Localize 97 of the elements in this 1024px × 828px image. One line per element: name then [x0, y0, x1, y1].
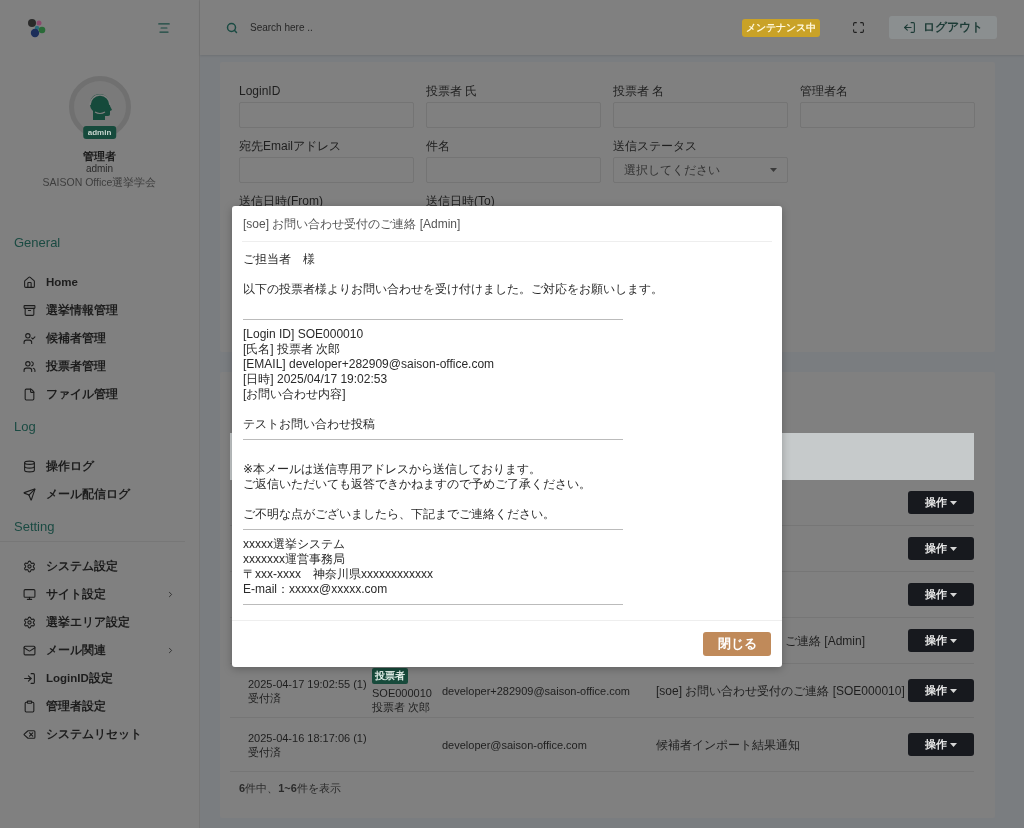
archive-box-icon	[23, 303, 36, 317]
table-cell-text: developer@saison-office.com	[442, 737, 588, 752]
mail-text-line: xxxxx選挙システム	[243, 537, 346, 552]
mail-text-line: 以下の投票者様よりお問い合わせを受け付けました。ご対応をお願いします。	[243, 282, 664, 297]
mail-text-line: xxxxxxx運営事務局	[243, 552, 346, 567]
mail-text-line: [EMAIL] developer+282909@saison-office.com	[243, 357, 496, 372]
sidebar-item[interactable]: ファイル管理	[0, 380, 199, 408]
delete-key-icon	[23, 727, 36, 741]
result-summary: 6件中、1~6件を表示	[239, 781, 342, 796]
mail-icon	[23, 643, 36, 657]
action-dropdown-button[interactable]: 操作	[908, 583, 974, 606]
database-icon	[23, 459, 36, 473]
user-check-icon	[23, 331, 36, 345]
field-label: 管理者名	[800, 84, 849, 98]
clipboard-icon	[23, 699, 36, 713]
mail-text-line: ※本メールは送信専用アドレスから送信しております。	[243, 462, 543, 477]
mail-text-line: 〒xxx-xxxx 神奈川県xxxxxxxxxxxx	[243, 567, 434, 582]
caret-icon	[770, 168, 777, 172]
chevron-right-icon	[166, 589, 175, 599]
select-field[interactable]: 選択してください	[613, 157, 788, 183]
search-field[interactable]: Search here ..	[248, 21, 732, 34]
monitor-icon	[23, 587, 36, 601]
status-badge: メンテナンス中	[742, 18, 820, 37]
caret-icon	[950, 546, 957, 551]
login-icon	[23, 671, 36, 685]
chevron-right-icon	[166, 645, 175, 655]
table-cell-text: [soe] お問い合わせ受付のご連絡 [SOE000010]	[656, 683, 906, 698]
mail-text-line: [お問い合わせ内容]	[243, 387, 347, 402]
close-button[interactable]: 閉じる	[703, 632, 771, 656]
table-cell-text: SOE000010	[372, 685, 433, 700]
mail-text-line: [日時] 2025/04/17 19:02:53	[243, 372, 389, 387]
sidebar-item[interactable]: LoginID設定	[0, 664, 199, 692]
logout-button[interactable]: ログアウト	[889, 16, 997, 39]
sidebar-item[interactable]: システム設定	[0, 552, 199, 580]
mail-text-line: テストお問い合わせ投稿	[243, 417, 376, 432]
users-icon	[23, 359, 36, 373]
caret-icon	[950, 592, 957, 597]
role-badge: admin	[82, 126, 117, 139]
table-cell-text: developer+282909@saison-office.com	[442, 683, 631, 698]
action-dropdown-button[interactable]: 操作	[908, 679, 974, 702]
caret-icon	[950, 742, 957, 747]
send-icon	[23, 487, 36, 501]
sidebar-item[interactable]: Home	[0, 268, 199, 296]
role-tag: 投票者	[372, 667, 408, 684]
sidebar-item[interactable]: 選挙情報管理	[0, 296, 199, 324]
table-cell-text: 受付済	[248, 690, 282, 705]
sidebar-item[interactable]: 投票者管理	[0, 352, 199, 380]
table-cell-text: 受付済	[248, 744, 282, 759]
user-id: admin	[85, 163, 114, 175]
file-icon	[23, 387, 36, 401]
table-cell-text: 投票者 次郎	[372, 699, 432, 714]
gear-icon	[23, 615, 36, 629]
sidebar-item[interactable]: メール配信ログ	[0, 480, 199, 508]
field-label: 送信日時(From)	[239, 194, 324, 208]
field-label: 投票者 名	[613, 84, 666, 98]
caret-icon	[950, 688, 957, 693]
table-cell-text: 候補者インポート結果通知	[656, 737, 801, 752]
logout-icon	[903, 21, 916, 34]
sidebar-item[interactable]: メール関連	[0, 636, 199, 664]
table-cell-text: 2025-04-17 19:02:55 (1)	[248, 676, 368, 691]
sidebar-item[interactable]: 選挙エリア設定	[0, 608, 199, 636]
table-cell-text: ご連絡 [Admin]	[785, 633, 866, 648]
dialog-title: [soe] お問い合わせ受付のご連絡 [Admin]	[242, 206, 772, 242]
caret-icon	[950, 638, 957, 643]
field-label: 投票者 氏	[426, 84, 479, 98]
field-label: LoginID	[239, 84, 282, 98]
search-icon	[226, 21, 238, 34]
table-cell-text: 2025-04-16 18:17:06 (1)	[248, 730, 368, 745]
mail-text-line: ご担当者 様	[243, 252, 316, 267]
caret-icon	[950, 500, 957, 505]
mail-text-line: [氏名] 投票者 次郎	[243, 342, 342, 357]
section-heading: Log	[13, 419, 37, 435]
menu-icon[interactable]	[157, 20, 171, 35]
action-dropdown-button[interactable]: 操作	[908, 537, 974, 560]
gear-icon	[23, 559, 36, 573]
mail-text-line: [Login ID] SOE000010	[243, 327, 365, 342]
sidebar-item[interactable]: 候補者管理	[0, 324, 199, 352]
action-dropdown-button[interactable]: 操作	[908, 629, 974, 652]
organization-name: SAISON Office選挙学会	[42, 175, 157, 189]
section-heading: Setting	[0, 519, 185, 542]
action-dropdown-button[interactable]: 操作	[908, 491, 974, 514]
sidebar-item[interactable]: サイト設定	[0, 580, 199, 608]
sidebar-item[interactable]: 管理者設定	[0, 692, 199, 720]
sidebar-item[interactable]: 操作ログ	[0, 452, 199, 480]
user-name: 管理者	[83, 150, 116, 163]
home-icon	[23, 275, 36, 289]
mail-text-line: ご不明な点がございましたら、下記までご連絡ください。	[243, 507, 556, 522]
field-label: 件名	[426, 139, 451, 153]
action-dropdown-button[interactable]: 操作	[908, 733, 974, 756]
field-label: 送信ステータス	[613, 139, 698, 153]
mail-text-line: E-mail：xxxxx@xxxxx.com	[243, 582, 389, 597]
fullscreen-icon[interactable]	[852, 21, 865, 34]
sidebar-item[interactable]: システムリセット	[0, 720, 199, 748]
logo-icon	[27, 17, 47, 38]
mail-text-line: ご返信いただいても返答できかねますので予めご了承ください。	[243, 477, 592, 492]
section-heading: General	[13, 235, 62, 251]
field-label: 宛先Emailアドレス	[239, 139, 342, 153]
